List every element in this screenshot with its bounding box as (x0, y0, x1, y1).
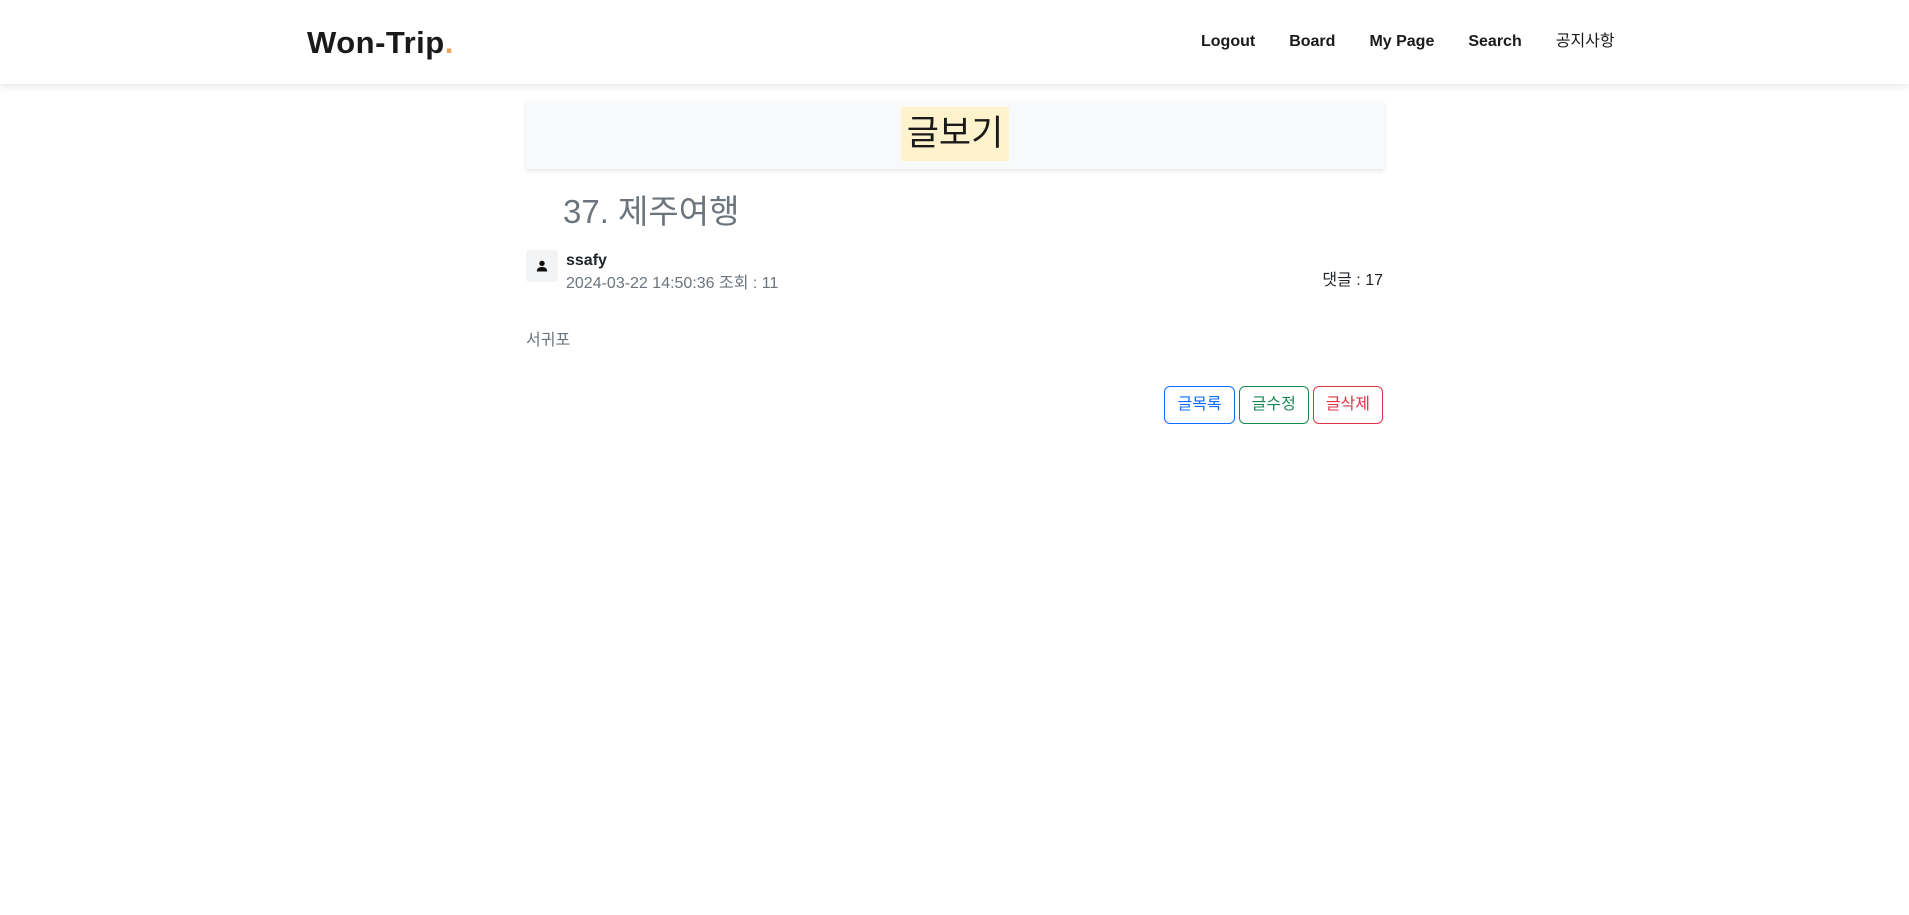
nav-notice-link[interactable]: 공지사항 (1556, 30, 1615, 54)
post-author: ssafy (566, 252, 607, 269)
author-avatar (526, 250, 558, 282)
post-actions: 글목록 글수정 글삭제 (1164, 386, 1383, 424)
brand-name: Won-Trip (307, 25, 445, 60)
nav-links: Logout Board My Page Search 공지사항 (1201, 30, 1615, 54)
nav-search-link[interactable]: Search (1468, 30, 1521, 54)
nav-mypage-link[interactable]: My Page (1369, 30, 1434, 54)
brand-dot: . (444, 25, 454, 60)
post-title: 37. 제주여행 (563, 193, 740, 230)
nav-logout-link[interactable]: Logout (1201, 30, 1255, 54)
comment-count: 댓글 : 17 (1322, 272, 1383, 289)
person-icon (536, 260, 548, 272)
brand-logo[interactable]: Won-Trip. (307, 24, 454, 62)
page-title: 글보기 (901, 107, 1009, 161)
list-button[interactable]: 글목록 (1164, 386, 1235, 424)
post-content: 서귀포 (526, 332, 571, 349)
post-meta: 2024-03-22 14:50:36 조회 : 11 (566, 275, 779, 292)
delete-button[interactable]: 글삭제 (1312, 386, 1383, 424)
edit-button[interactable]: 글수정 (1238, 386, 1309, 424)
top-navbar: Won-Trip. Logout Board My Page Search 공지… (0, 0, 1909, 84)
nav-board-link[interactable]: Board (1289, 30, 1335, 54)
